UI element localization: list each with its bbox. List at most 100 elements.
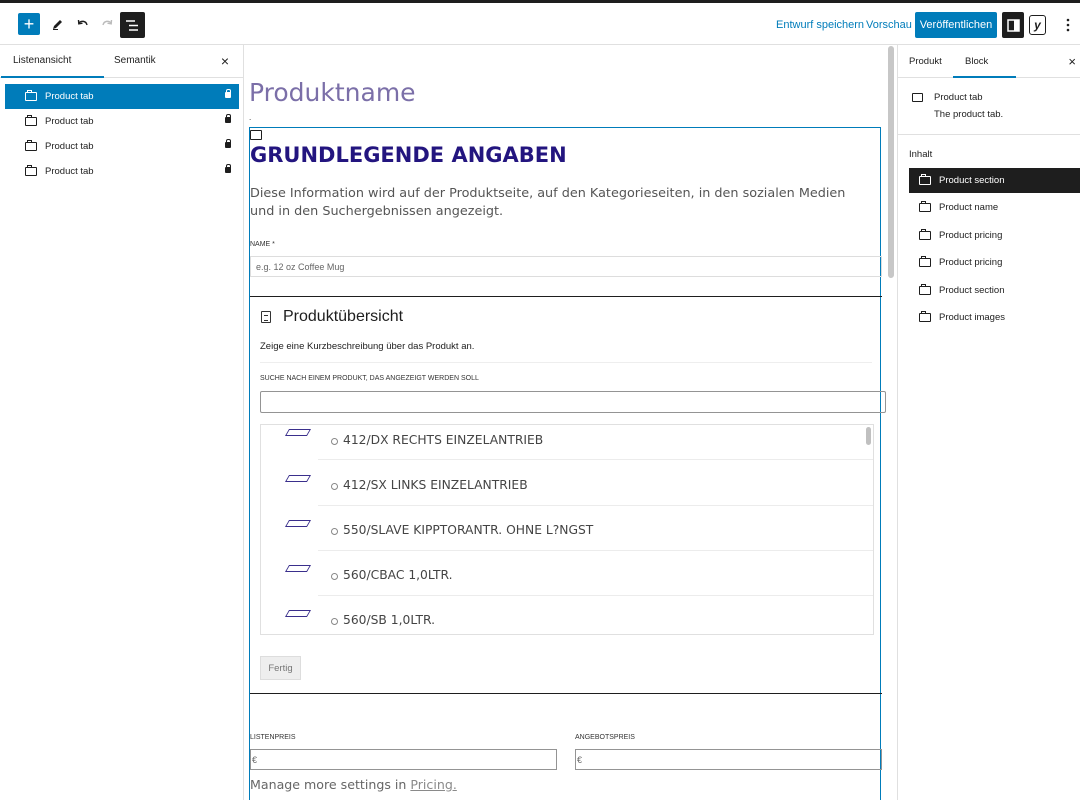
add-block-button[interactable]: + [18, 13, 40, 35]
content-item-product-name[interactable]: Product name [909, 195, 1080, 220]
document-overview-button[interactable] [120, 12, 145, 38]
tab-block-icon [919, 201, 931, 212]
tab-semantics[interactable]: Semantik [114, 55, 156, 66]
list-item-product-tab[interactable]: Product tab [5, 109, 239, 134]
product-label: 550/SLAVE KIPPTORANTR. OHNE L?NGST [343, 523, 594, 537]
product-thumbnail-icon [284, 565, 312, 572]
list-item-product-tab[interactable]: Product tab [5, 134, 239, 159]
tab-block-icon [919, 284, 931, 295]
block-description: The product tab. [934, 109, 1004, 120]
list-item[interactable]: 560/CBAC 1,0LTR. [261, 560, 873, 605]
settings-sidebar: Produkt Block × Product tab The product … [897, 45, 1080, 800]
editor-toolbar: + Entwurf speichern Vorschau Veröffentli… [0, 0, 1080, 45]
product-label: 560/SB 1,0LTR. [343, 613, 436, 627]
section-description: Diese Information wird auf der Produktse… [250, 186, 846, 219]
lock-icon [225, 114, 231, 123]
tab-product[interactable]: Produkt [909, 56, 942, 67]
publish-button[interactable]: Veröffentlichen [915, 12, 997, 38]
editor-canvas: Produktname . GRUNDLEGENDE ANGABEN Diese… [245, 45, 896, 800]
product-search-label: SUCHE NACH EINEM PRODUKT, DAS ANGEZEIGT … [260, 375, 479, 382]
product-search-input[interactable] [260, 391, 886, 413]
list-item[interactable]: 412/SX LINKS EINZELANTRIEB [261, 470, 873, 515]
tab-block[interactable]: Block [952, 56, 1017, 78]
list-item[interactable]: 560/SB 1,0LTR. [261, 605, 873, 634]
content-item-label: Product section [939, 175, 1005, 186]
product-thumbnail-icon [284, 610, 312, 617]
list-item-label: Product tab [45, 166, 94, 177]
product-label: 560/CBAC 1,0LTR. [343, 568, 453, 582]
list-price-field[interactable]: € [250, 749, 557, 770]
section-icon [250, 130, 262, 140]
more-options-icon[interactable] [1062, 17, 1074, 33]
block-card: Product tab The product tab. [898, 78, 1080, 135]
list-view-tabs: Listenansicht Semantik × [0, 45, 243, 78]
tab-block-icon [912, 93, 923, 102]
pencil-icon[interactable] [47, 13, 69, 35]
list-item-product-tab[interactable]: Product tab [5, 84, 239, 109]
preview-button[interactable]: Vorschau [866, 14, 912, 36]
block-name: Product tab [934, 92, 983, 103]
redo-icon[interactable] [96, 13, 118, 35]
radio-button[interactable] [331, 483, 338, 490]
radio-button[interactable] [331, 618, 338, 625]
product-section-block[interactable]: GRUNDLEGENDE ANGABEN Diese Information w… [249, 127, 886, 800]
tab-block-icon [25, 115, 37, 126]
radio-button[interactable] [331, 438, 338, 445]
content-item-product-pricing[interactable]: Product pricing [909, 250, 1080, 275]
product-title[interactable]: Produktname [249, 78, 416, 107]
close-icon[interactable]: × [221, 53, 229, 69]
post-excerpt-icon [261, 311, 271, 323]
tab-block-icon [919, 311, 931, 322]
name-label: NAME * [250, 241, 275, 248]
sale-price-field[interactable]: € [575, 749, 882, 770]
settings-sidebar-toggle[interactable] [1002, 12, 1024, 38]
content-item-product-pricing[interactable]: Product pricing [909, 223, 1080, 248]
content-item-label: Product section [939, 285, 1005, 296]
product-label: 412/DX RECHTS EINZELANTRIEB [343, 433, 544, 447]
content-item-label: Product pricing [939, 230, 1003, 241]
content-item-product-images[interactable]: Product images [909, 305, 1080, 330]
done-button[interactable]: Fertig [260, 656, 301, 680]
lock-icon [225, 164, 231, 173]
sale-price-label: ANGEBOTSPREIS [575, 734, 635, 741]
scrollbar[interactable] [866, 427, 871, 445]
tab-block-icon [919, 229, 931, 240]
radio-button[interactable] [331, 573, 338, 580]
tab-list-view[interactable]: Listenansicht [0, 55, 105, 78]
tab-block-icon [919, 174, 931, 185]
pricing-link[interactable]: Pricing. [410, 777, 456, 792]
title-dot: . [249, 113, 252, 122]
content-item-product-section[interactable]: Product section [909, 278, 1080, 303]
sidebar-tabs: Produkt Block × [898, 45, 1080, 78]
product-thumbnail-icon [284, 429, 312, 436]
overview-description: Zeige eine Kurzbeschreibung über das Pro… [260, 341, 475, 352]
list-item-label: Product tab [45, 91, 94, 102]
row-divider [318, 505, 873, 506]
product-results-list[interactable]: 412/DX RECHTS EINZELANTRIEB 412/SX LINKS… [260, 424, 874, 635]
product-name-field[interactable]: e.g. 12 oz Coffee Mug [250, 256, 882, 277]
list-item[interactable]: 550/SLAVE KIPPTORANTR. OHNE L?NGST [261, 515, 873, 560]
tab-block-icon [25, 140, 37, 151]
lock-icon [225, 89, 231, 98]
list-item[interactable]: 412/DX RECHTS EINZELANTRIEB [261, 425, 873, 470]
content-item-product-section[interactable]: Product section [909, 168, 1080, 193]
close-icon[interactable]: × [1068, 54, 1076, 69]
content-item-label: Product name [939, 202, 999, 213]
product-thumbnail-icon [284, 520, 312, 527]
content-item-label: Product pricing [939, 257, 1003, 268]
undo-icon[interactable] [72, 13, 94, 35]
row-divider [318, 550, 873, 551]
lock-icon [225, 139, 231, 148]
manage-pricing-text: Manage more settings in Pricing. [250, 777, 457, 792]
tab-block-icon [25, 165, 37, 176]
save-draft-button[interactable]: Entwurf speichern [776, 14, 864, 36]
list-item-label: Product tab [45, 141, 94, 152]
tab-block-icon [25, 90, 37, 101]
content-item-label: Product images [939, 312, 1006, 323]
radio-button[interactable] [331, 528, 338, 535]
list-item-label: Product tab [45, 116, 94, 127]
yoast-button[interactable]: y [1029, 15, 1046, 35]
canvas-scrollbar[interactable] [888, 46, 894, 278]
product-overview-block[interactable]: Produktübersicht Zeige eine Kurzbeschrei… [250, 296, 886, 694]
list-item-product-tab[interactable]: Product tab [5, 159, 239, 184]
